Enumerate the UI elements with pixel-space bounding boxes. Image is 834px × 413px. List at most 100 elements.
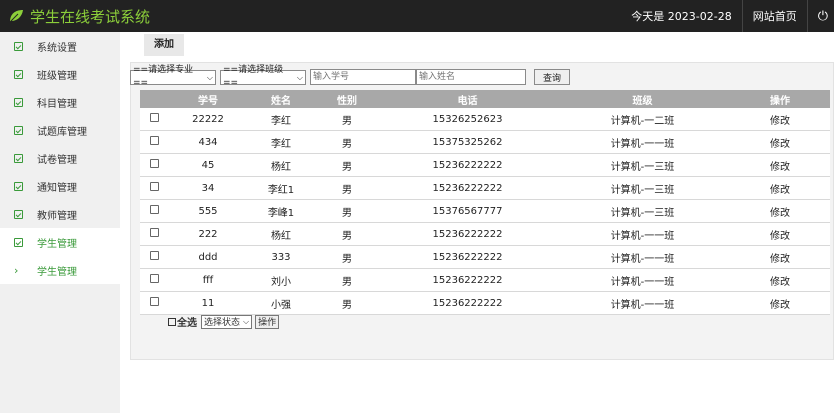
cell-gender: 男: [314, 176, 380, 200]
edit-link[interactable]: 修改: [730, 108, 830, 131]
cell-class: 计算机-一三班: [555, 176, 730, 200]
cell-phone: 15236222222: [380, 222, 555, 246]
name-input[interactable]: [416, 69, 526, 85]
sidebar-item-teacher[interactable]: 教师管理: [0, 200, 120, 228]
cell-phone: 15375325262: [380, 130, 555, 154]
cell-name: 李红: [248, 108, 314, 131]
row-checkbox[interactable]: [149, 159, 159, 168]
cell-name: 小强: [248, 291, 314, 315]
cell-phone: 15236222222: [380, 176, 555, 200]
sidebar-item-label: 试题库管理: [37, 126, 87, 138]
cell-name: 刘小: [248, 268, 314, 292]
cell-name: 杨红: [248, 153, 314, 177]
brand: 学生在线考试系统: [8, 0, 150, 32]
select-all-label: 全选: [177, 318, 197, 329]
row-checkbox[interactable]: [149, 297, 159, 306]
row-checkbox[interactable]: [149, 113, 159, 122]
select-all-checkbox[interactable]: [168, 317, 176, 326]
sidebar-item-label: 通知管理: [37, 182, 77, 194]
class-select[interactable]: ==请选择班级== ⌵: [220, 65, 306, 88]
bulk-action-button[interactable]: 操作: [255, 314, 280, 329]
table-row: 34 李红1 男 15236222222 计算机-一三班 修改: [140, 176, 830, 200]
chevron-right-icon: ›: [14, 263, 19, 277]
sidebar-item-subject-management[interactable]: 科目管理: [0, 88, 120, 116]
cell-class: 计算机-一一班: [555, 291, 730, 315]
checkbox-icon: [14, 153, 23, 163]
power-icon[interactable]: ⏻: [808, 9, 834, 24]
row-checkbox-cell: [140, 130, 168, 154]
header-student-id: 学号: [168, 90, 248, 108]
cell-gender: 男: [314, 199, 380, 223]
sidebar-item-student[interactable]: 学生管理: [0, 228, 120, 256]
edit-link[interactable]: 修改: [730, 176, 830, 200]
checkbox-icon: [14, 125, 23, 135]
row-checkbox[interactable]: [149, 136, 159, 145]
edit-link[interactable]: 修改: [730, 130, 830, 154]
major-select-value: ==请选择专业==: [133, 65, 194, 88]
query-button[interactable]: 查询: [534, 69, 571, 85]
edit-link[interactable]: 修改: [730, 291, 830, 315]
edit-link[interactable]: 修改: [730, 222, 830, 246]
row-checkbox-cell: [140, 108, 168, 131]
row-checkbox[interactable]: [149, 251, 159, 260]
cell-phone: 15236222222: [380, 268, 555, 292]
table-row: 45 杨红 男 15236222222 计算机-一三班 修改: [140, 153, 830, 177]
top-right-nav: 今天是 2023-02-28 网站首页 ⏻: [621, 0, 834, 32]
sidebar-item-question-bank[interactable]: 试题库管理: [0, 116, 120, 144]
cell-class: 计算机-一一班: [555, 245, 730, 269]
student-table: 学号 姓名 性别 电话 班级 操作 22222 李红 男 15326252623…: [140, 90, 830, 315]
row-checkbox-cell: [140, 245, 168, 269]
checkbox-icon: [14, 181, 23, 191]
header-name: 姓名: [248, 90, 314, 108]
tab-add[interactable]: 添加: [144, 34, 184, 56]
row-checkbox[interactable]: [149, 274, 159, 283]
row-checkbox[interactable]: [149, 205, 159, 214]
cell-name: 李红1: [248, 176, 314, 200]
cell-class: 计算机-一一班: [555, 130, 730, 154]
app-title: 学生在线考试系统: [30, 7, 151, 26]
cell-phone: 15326252623: [380, 108, 555, 131]
edit-link[interactable]: 修改: [730, 245, 830, 269]
checkbox-icon: [14, 97, 23, 107]
cell-student-id: ddd: [168, 245, 248, 269]
cell-gender: 男: [314, 268, 380, 292]
cell-gender: 男: [314, 291, 380, 315]
status-select[interactable]: 选择状态 ⌵: [201, 314, 253, 329]
sidebar-subitem-student[interactable]: › 学生管理: [0, 256, 120, 284]
date-text: 今天是 2023-02-28: [631, 10, 732, 23]
major-select[interactable]: ==请选择专业== ⌵: [130, 65, 216, 88]
checkbox-icon: [14, 209, 23, 219]
header-class: 班级: [555, 90, 730, 108]
home-link[interactable]: 网站首页: [743, 8, 807, 24]
filter-bar: ==请选择专业== ⌵ ==请选择班级== ⌵ 查询: [130, 65, 571, 88]
row-checkbox-cell: [140, 222, 168, 246]
sidebar-item-label: 科目管理: [37, 98, 77, 110]
leaf-logo-icon: [9, 10, 23, 23]
sidebar-item-class-management[interactable]: 班级管理: [0, 60, 120, 88]
cell-class: 计算机-一三班: [555, 153, 730, 177]
sidebar-item-exam-paper[interactable]: 试卷管理: [0, 144, 120, 172]
cell-student-id: 45: [168, 153, 248, 177]
sidebar-item-notice[interactable]: 通知管理: [0, 172, 120, 200]
row-checkbox[interactable]: [149, 228, 159, 237]
cell-phone: 15236222222: [380, 153, 555, 177]
cell-gender: 男: [314, 130, 380, 154]
edit-link[interactable]: 修改: [730, 268, 830, 292]
table-row: 555 李峰1 男 15376567777 计算机-一三班 修改: [140, 199, 830, 223]
cell-name: 333: [248, 245, 314, 269]
table-row: ddd 333 男 15236222222 计算机-一一班 修改: [140, 245, 830, 269]
cell-student-id: 34: [168, 176, 248, 200]
sidebar-item-system-settings[interactable]: 系统设置: [0, 32, 120, 60]
checkbox-icon: [14, 41, 23, 51]
checkbox-icon: [14, 69, 23, 79]
chevron-down-icon: ⌵: [243, 316, 250, 326]
top-bar: 学生在线考试系统 今天是 2023-02-28 网站首页 ⏻: [0, 0, 834, 32]
sidebar-item-label: 试卷管理: [37, 154, 77, 166]
cell-class: 计算机-一三班: [555, 199, 730, 223]
sidebar-item-label: 系统设置: [37, 42, 77, 54]
edit-link[interactable]: 修改: [730, 153, 830, 177]
student-id-input[interactable]: [310, 69, 416, 85]
edit-link[interactable]: 修改: [730, 199, 830, 223]
cell-class: 计算机-一一班: [555, 222, 730, 246]
row-checkbox[interactable]: [149, 182, 159, 191]
